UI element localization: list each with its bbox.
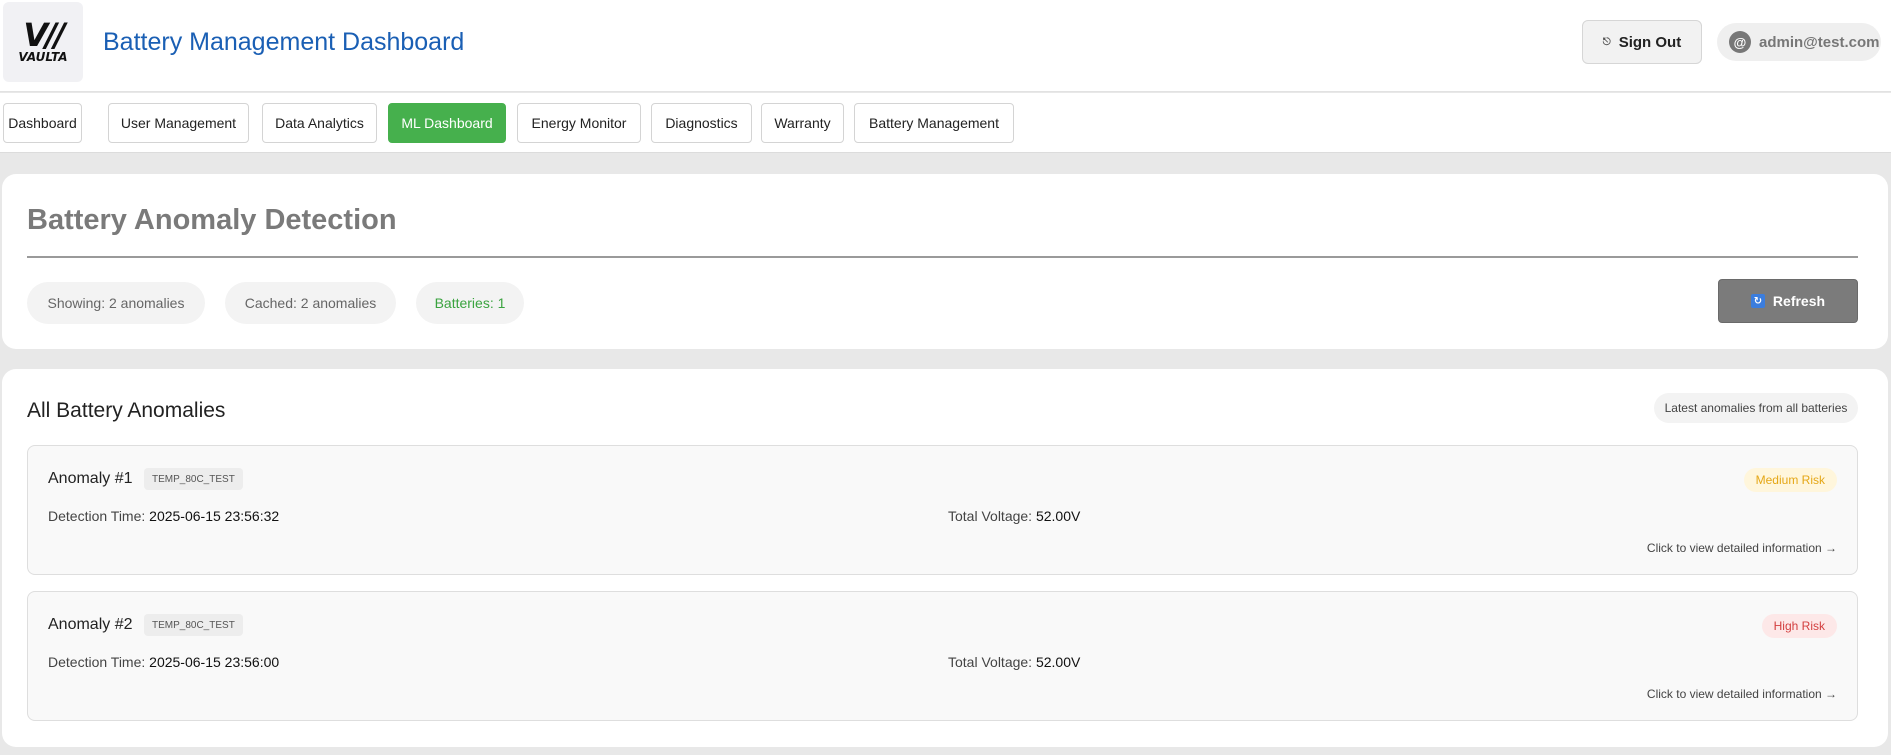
total-voltage-label: Total Voltage: [948, 654, 1033, 670]
cached-count-badge: Cached: 2 anomalies [225, 282, 396, 324]
detection-time-value: 2025-06-15 23:56:00 [149, 654, 280, 670]
tab-dashboard[interactable]: Dashboard [3, 103, 82, 143]
total-voltage-label: Total Voltage: [948, 508, 1033, 524]
tab-diagnostics[interactable]: Diagnostics [651, 103, 752, 143]
power-icon: ⎋ [1602, 36, 1611, 48]
detection-time-field: Detection Time: 2025-06-15 23:56:00 [48, 654, 279, 670]
total-voltage-field: Total Voltage: 52.00V [948, 508, 1080, 524]
showing-count-badge: Showing: 2 anomalies [27, 282, 205, 324]
sign-out-button[interactable]: ⎋ Sign Out [1582, 20, 1702, 64]
tab-ml-dashboard[interactable]: ML Dashboard [388, 103, 506, 143]
anomaly-tag: TEMP_80C_TEST [144, 614, 243, 636]
refresh-label: Refresh [1772, 293, 1826, 309]
tab-energy-monitor[interactable]: Energy Monitor [517, 103, 641, 143]
anomaly-list-card: All Battery Anomalies Latest anomalies f… [2, 369, 1888, 747]
detection-time-label: Detection Time: [48, 654, 146, 670]
at-icon: @ [1729, 31, 1751, 53]
risk-badge: High Risk [1761, 614, 1837, 638]
latest-anomalies-badge: Latest anomalies from all batteries [1654, 393, 1858, 423]
main-nav: Dashboard User Management Data Analytics… [0, 93, 1891, 153]
anomaly-card-2[interactable]: Anomaly #2 TEMP_80C_TEST High Risk Detec… [27, 591, 1858, 721]
total-voltage-value: 52.00V [1035, 508, 1081, 524]
anomaly-tag: TEMP_80C_TEST [144, 468, 243, 490]
logo-mark: V// [23, 16, 65, 54]
tab-battery-management[interactable]: Battery Management [854, 103, 1014, 143]
app-header: V// VAULTA Battery Management Dashboard … [0, 0, 1891, 92]
vaulta-logo[interactable]: V// VAULTA [3, 2, 83, 82]
refresh-icon: ↻ [1750, 294, 1765, 308]
user-email-pill[interactable]: @ admin@test.com [1717, 23, 1881, 61]
detection-time-value: 2025-06-15 23:56:32 [149, 508, 280, 524]
tab-data-analytics[interactable]: Data Analytics [262, 103, 377, 143]
section-title: All Battery Anomalies [27, 399, 226, 422]
anomaly-detection-card: Battery Anomaly Detection Showing: 2 ano… [2, 174, 1888, 349]
sign-out-label: Sign Out [1618, 33, 1682, 51]
tab-user-management[interactable]: User Management [108, 103, 249, 143]
page-title: Battery Anomaly Detection [27, 204, 397, 236]
logo-word: VAULTA [18, 50, 68, 64]
tab-warranty[interactable]: Warranty [761, 103, 844, 143]
anomaly-title: Anomaly #2 [48, 616, 133, 633]
app-title: Battery Management Dashboard [103, 28, 465, 56]
batteries-count-badge: Batteries: 1 [416, 282, 524, 324]
anomaly-title: Anomaly #1 [48, 470, 133, 487]
view-details-link[interactable]: Click to view detailed information → [1647, 687, 1837, 701]
title-divider [27, 256, 1858, 258]
total-voltage-value: 52.00V [1035, 654, 1081, 670]
detection-time-field: Detection Time: 2025-06-15 23:56:32 [48, 508, 279, 524]
refresh-button[interactable]: ↻ Refresh [1718, 279, 1858, 323]
total-voltage-field: Total Voltage: 52.00V [948, 654, 1080, 670]
view-details-link[interactable]: Click to view detailed information → [1647, 541, 1837, 555]
risk-badge: Medium Risk [1743, 468, 1837, 492]
user-email: admin@test.com [1759, 33, 1880, 51]
anomaly-card-1[interactable]: Anomaly #1 TEMP_80C_TEST Medium Risk Det… [27, 445, 1858, 575]
detection-time-label: Detection Time: [48, 508, 146, 524]
